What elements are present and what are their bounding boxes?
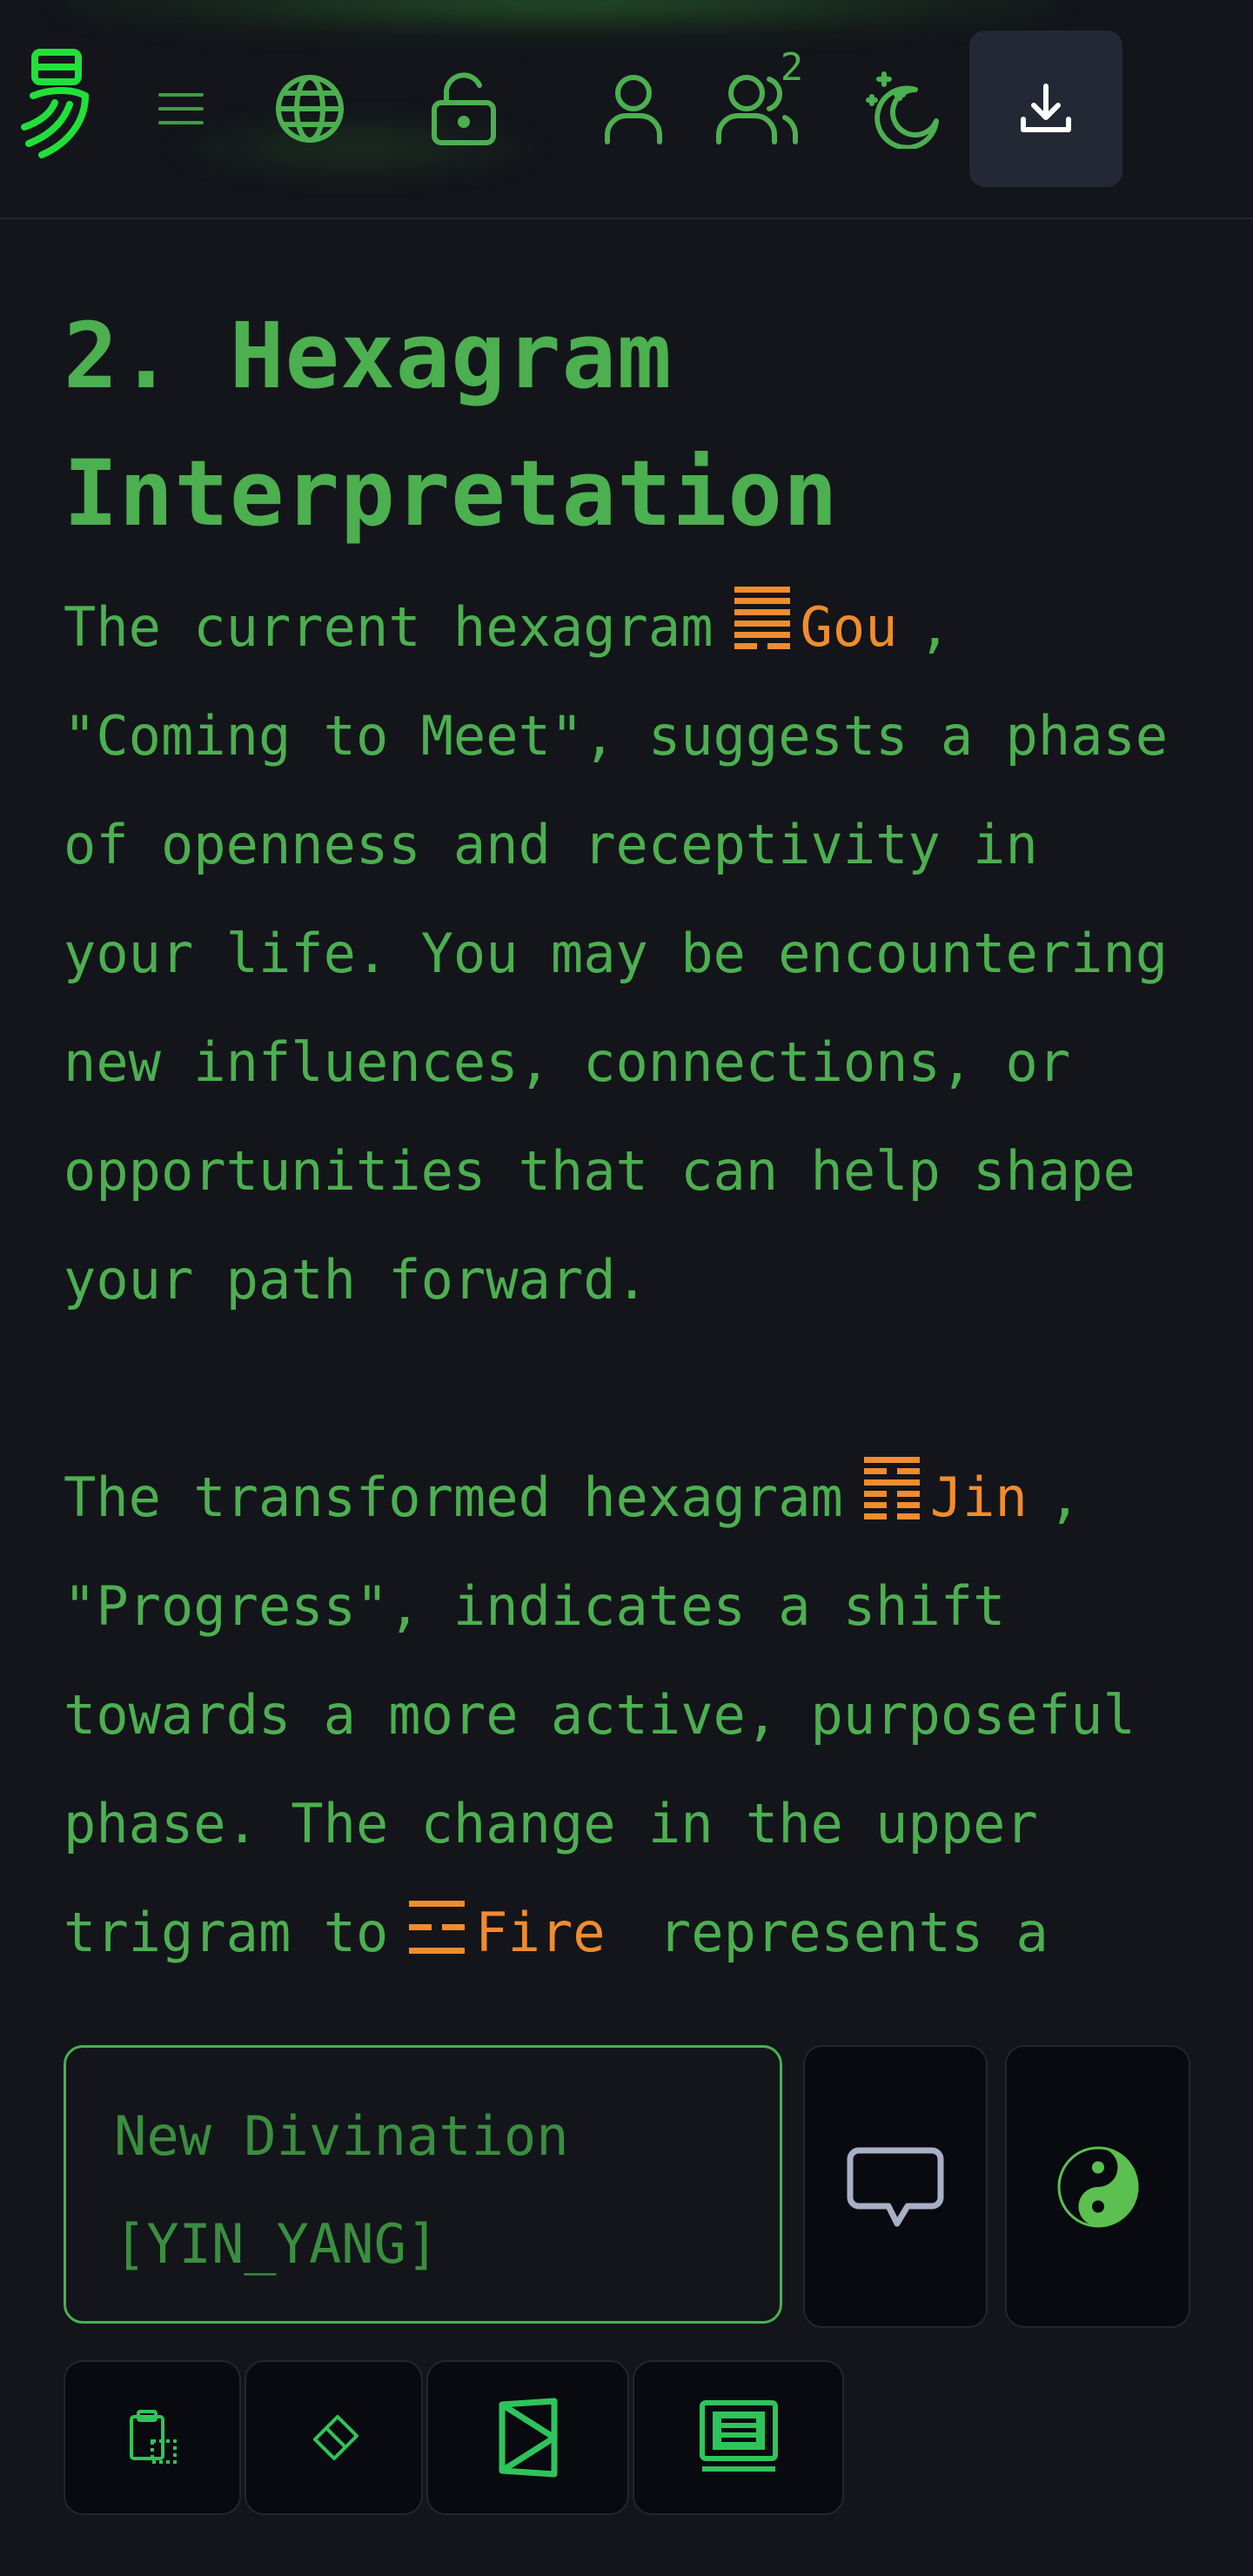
hexagram-jin-icon: [863, 1457, 920, 1519]
clipboard-icon: [130, 2410, 177, 2464]
download-icon: [1021, 84, 1071, 132]
terminal-icon: [699, 2400, 778, 2472]
trigram-fire-link[interactable]: Fire: [388, 1901, 606, 1964]
download-button[interactable]: [969, 30, 1122, 187]
interpretation-paragraph-2: The transformed hexagram Jin, "Progress"…: [64, 1443, 1195, 1987]
users-count-badge: 2: [780, 45, 804, 90]
top-glow: [61, 0, 1062, 35]
section-heading: 2. Hexagram Interpretation: [64, 303, 839, 547]
hexagram-name: Jin: [929, 1466, 1028, 1529]
trigram-fire-icon: [409, 1901, 466, 1954]
top-bar: 2: [0, 0, 1253, 219]
user-icon[interactable]: [581, 52, 686, 165]
paragraph-prefix: The current hexagram: [64, 595, 714, 659]
comma: ,: [918, 595, 951, 659]
globe-icon[interactable]: [258, 52, 362, 165]
interpretation-section: 2. Hexagram Interpretation The current h…: [64, 287, 1195, 1987]
hourglass-icon: [499, 2398, 557, 2478]
eraser-icon: [312, 2415, 358, 2460]
paragraph-prefix: The transformed hexagram: [64, 1466, 843, 1529]
yin-yang-button[interactable]: [1005, 2045, 1190, 2328]
yin-yang-icon: [1057, 2146, 1138, 2227]
chat-button[interactable]: [803, 2045, 988, 2328]
trigram-name: Fire: [475, 1901, 606, 1964]
hourglass-button[interactable]: [426, 2360, 629, 2515]
eraser-button[interactable]: [245, 2360, 423, 2515]
paragraph-tail: represents a: [658, 1901, 1049, 1964]
hexagram-gou-icon: [734, 587, 790, 649]
divination-input-placeholder: New Divination [YIN_YANG]: [114, 2104, 569, 2276]
comma: ,: [1048, 1466, 1082, 1529]
interpretation-paragraph-1: The current hexagram Gou, "Coming to Mee…: [64, 573, 1195, 1334]
chat-icon: [847, 2147, 944, 2226]
terminal-button[interactable]: [633, 2360, 844, 2515]
divination-input[interactable]: New Divination [YIN_YANG]: [64, 2045, 782, 2324]
hexagram-gou-link[interactable]: Gou: [714, 587, 898, 659]
menu-icon[interactable]: [129, 52, 233, 165]
hexagram-jin-link[interactable]: Jin: [843, 1457, 1028, 1529]
moon-stars-icon[interactable]: [853, 52, 957, 165]
hexagram-name: Gou: [800, 595, 898, 659]
yi-logo-icon[interactable]: [0, 39, 109, 170]
paragraph-body: "Coming to Meet", suggests a phase of op…: [64, 704, 1169, 1311]
unlock-icon[interactable]: [412, 52, 516, 165]
clipboard-button[interactable]: [64, 2360, 241, 2515]
